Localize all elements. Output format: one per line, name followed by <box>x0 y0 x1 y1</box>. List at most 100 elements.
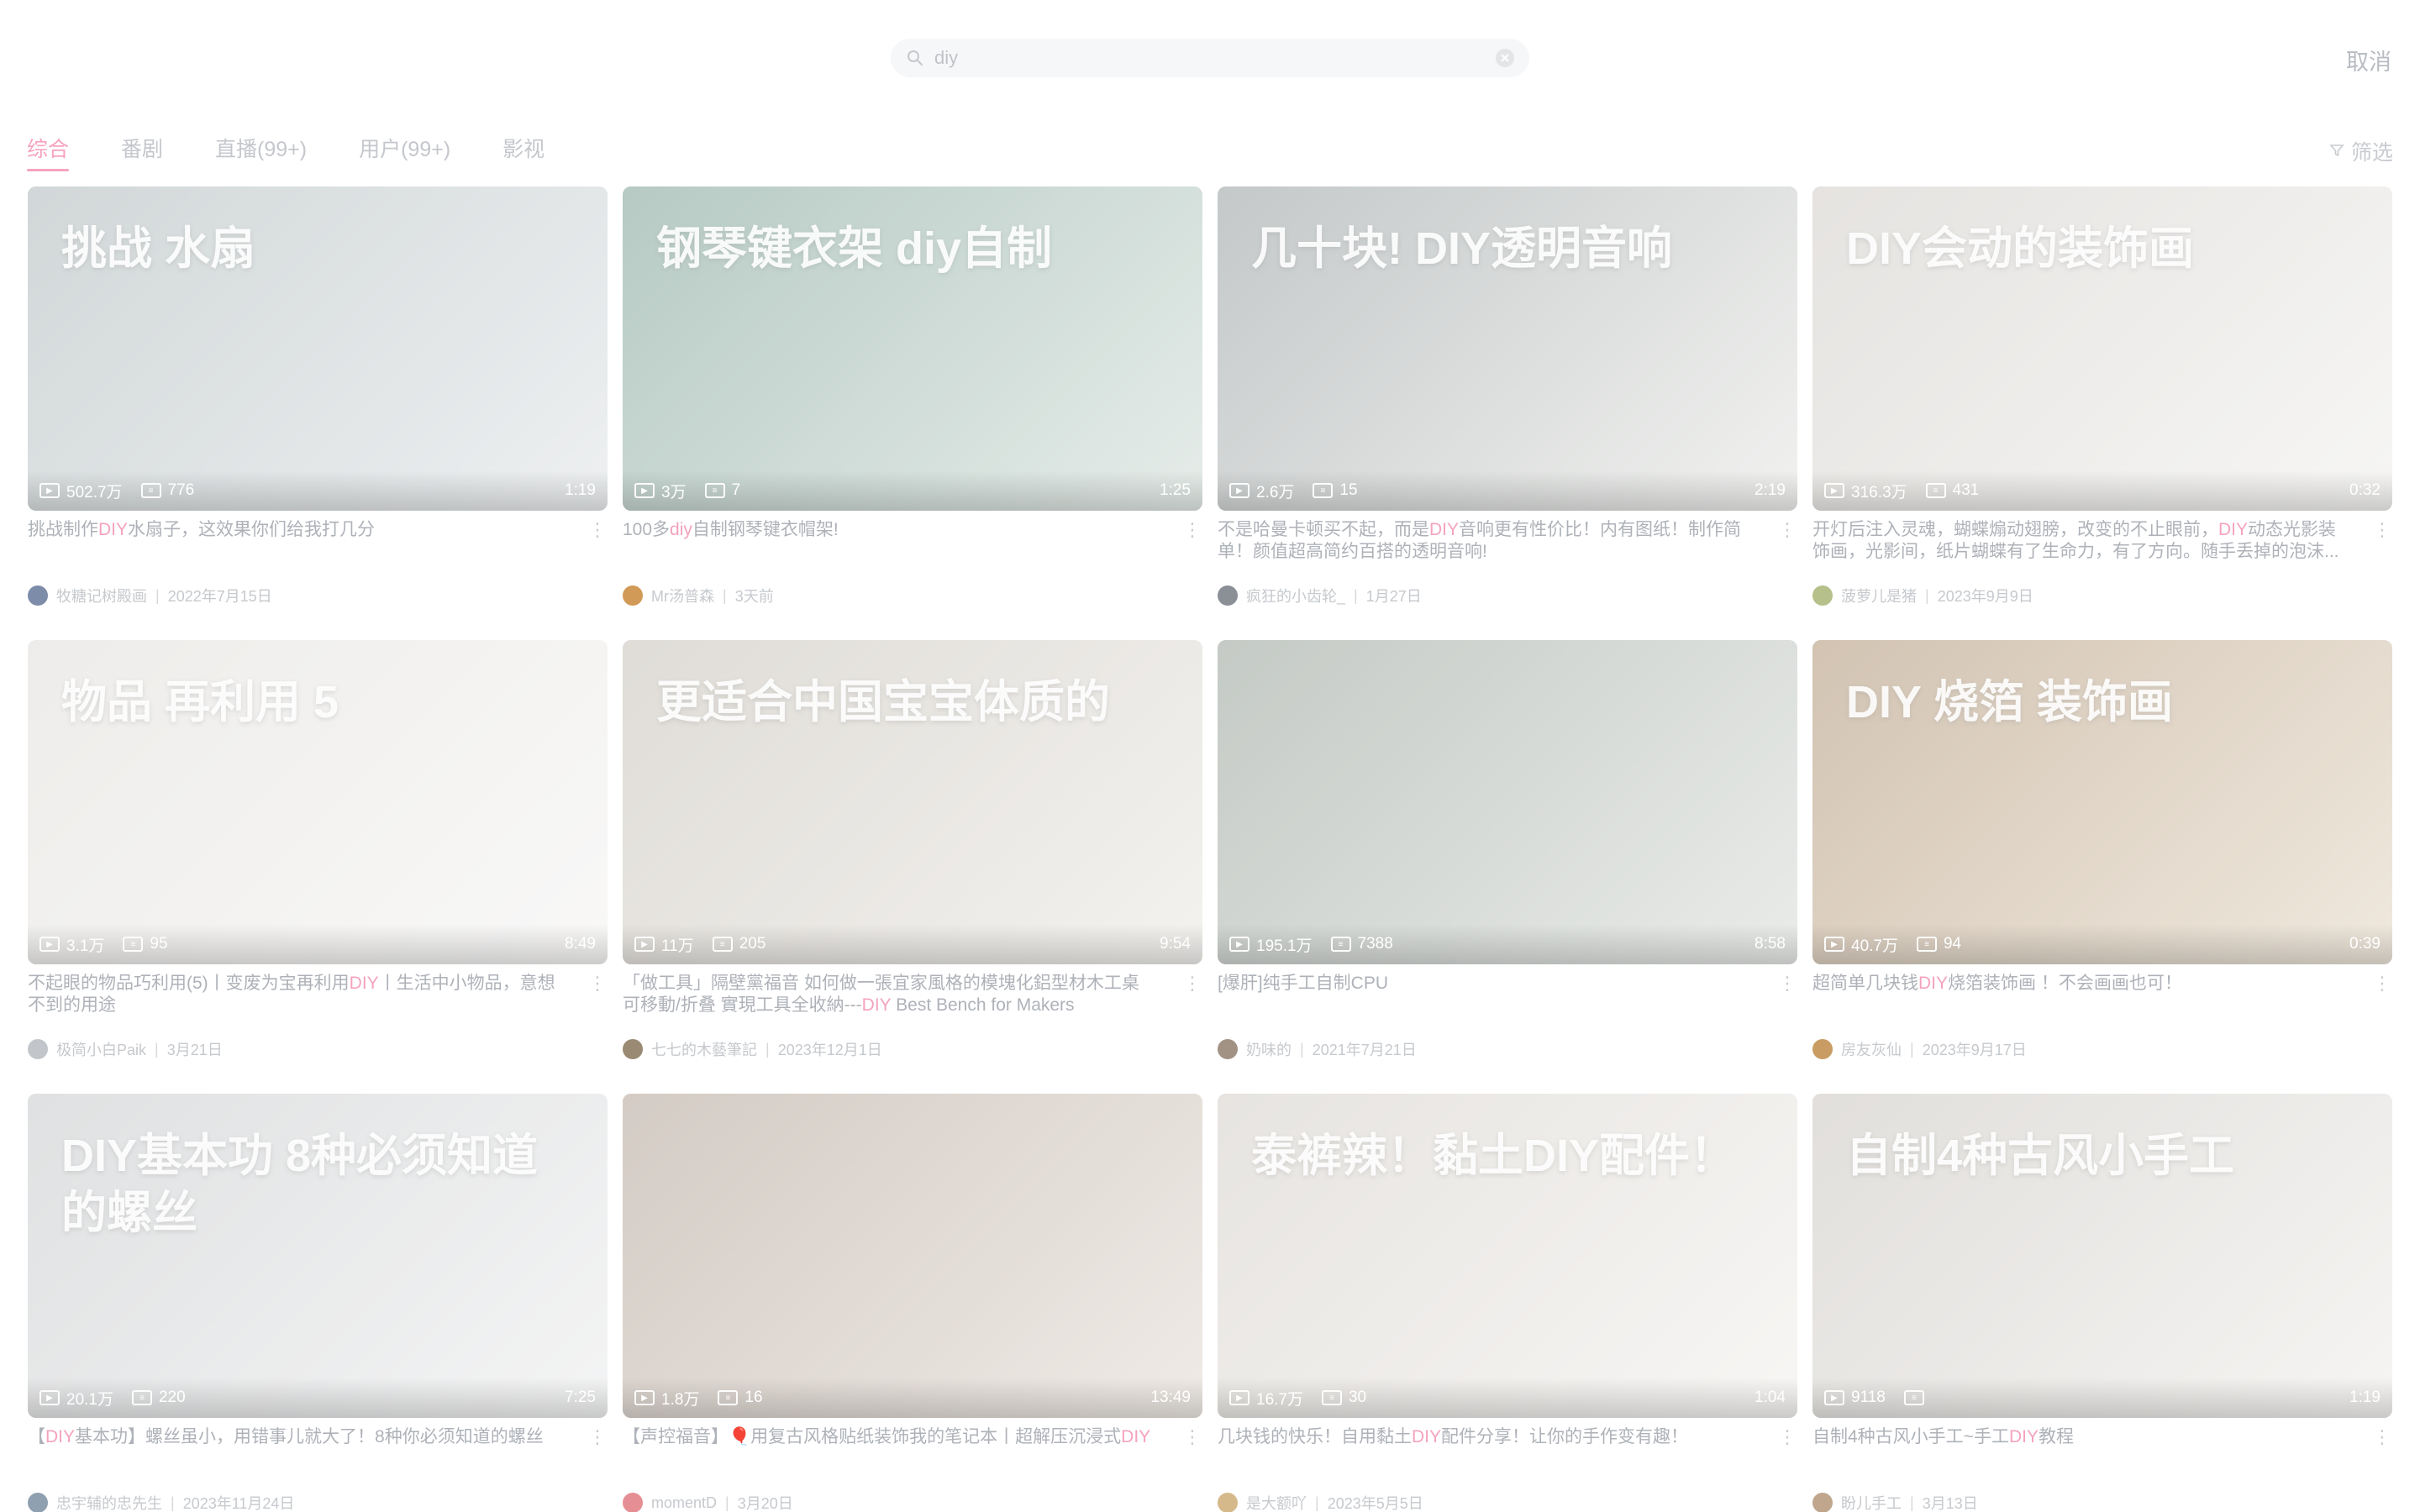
video-title[interactable]: 100多diy自制钢琴键衣帽架! <box>623 519 1160 563</box>
more-options-icon[interactable]: ⋮ <box>1182 973 1202 1016</box>
video-title[interactable]: 不是哈曼卡顿买不起，而是DIY音响更有性价比！内有图纸！制作简单！颜值超高简约百… <box>1218 519 1755 563</box>
video-thumbnail[interactable]: 挑战 水扇▶502.7万≡7761:19 <box>28 186 608 511</box>
danmaku-count: ≡ 220 <box>131 1389 186 1407</box>
author-name[interactable]: 盼儿手工 <box>1841 1492 1902 1512</box>
danmaku-count: ≡ 776 <box>140 481 195 500</box>
danmaku-icon: ≡ <box>712 937 733 952</box>
video-thumbnail[interactable]: ▶ 195.1万 ≡ 7388 8:58 <box>1218 640 1797 964</box>
video-card[interactable]: DIY 烧箔 装饰画▶40.7万≡940:39 超简单几块钱DIY烧箔装饰画 ！不… <box>1812 640 2392 1075</box>
video-title[interactable]: 【DIY基本功】螺丝虽小，用错事儿就大了！8种你必须知道的螺丝 <box>28 1426 566 1470</box>
video-card[interactable]: ▶ 195.1万 ≡ 7388 8:58 [爆肝]纯手工自制CPU ⋮ 奶味的 | 2021年7月… <box>1218 640 1797 1075</box>
author-name[interactable]: 七七的木藝筆記 <box>651 1038 757 1060</box>
video-title[interactable]: 【声控福音】🎈用复古风格贴纸装饰我的笔记本丨超解压沉浸式DIY <box>623 1426 1160 1470</box>
view-count: ▶ 11万 <box>634 933 694 956</box>
author-name[interactable]: Mr汤普森 <box>651 585 714 606</box>
video-title[interactable]: 挑战制作DIY水扇子，这效果你们给我打几分 <box>28 519 566 563</box>
video-card[interactable]: 几十块! DIY透明音响▶2.6万≡152:19 不是哈曼卡顿买不起，而是DIY音… <box>1218 186 1797 622</box>
video-card[interactable]: 钢琴键衣架 diy自制▶3万≡71:25 100多diy自制钢琴键衣帽架! ⋮ Mr汤… <box>623 186 1202 622</box>
video-card[interactable]: DIY会动的装饰画▶316.3万≡4310:32 开灯后注入灵魂，蝴蝶煽动翅膀，改… <box>1812 186 2392 622</box>
video-card[interactable]: 更适合中国宝宝体质的▶11万≡2059:54「做工具」隔壁黨福音 如何做一張宜家… <box>623 640 1202 1075</box>
avatar[interactable] <box>623 1039 643 1059</box>
video-thumbnail[interactable]: ▶ 1.8万 ≡ 16 13:49 <box>623 1094 1202 1418</box>
publish-date: 3月20日 <box>737 1495 793 1512</box>
video-card[interactable]: 物品 再利用 5▶3.1万≡958:49 不起眼的物品巧利用(5)丨变废为宝再利用… <box>28 640 608 1075</box>
author-name[interactable]: 牧糖记树殿画 <box>56 585 147 606</box>
meta-separator: | <box>765 1040 770 1058</box>
author-name[interactable]: 极简小白Paik <box>56 1038 146 1060</box>
tab-4[interactable]: 影视 <box>502 134 544 165</box>
video-title[interactable]: 开灯后注入灵魂，蝴蝶煽动翅膀，改变的不止眼前，DIY动态光影装饰画，光影间，纸片… <box>1812 519 2350 563</box>
more-options-icon[interactable]: ⋮ <box>587 1426 608 1470</box>
more-options-icon[interactable]: ⋮ <box>2372 973 2392 1016</box>
clear-search-icon[interactable] <box>1496 49 1514 67</box>
video-card[interactable]: DIY基本功 8种必须知道的螺丝▶20.1万≡2207:25【DIY基本功】螺丝… <box>28 1094 608 1512</box>
avatar[interactable] <box>28 585 48 606</box>
avatar[interactable] <box>1218 1493 1238 1512</box>
video-title[interactable]: 「做工具」隔壁黨福音 如何做一張宜家風格的模塊化鋁型材木工桌 可移動/折叠 實現… <box>623 973 1160 1016</box>
more-options-icon[interactable]: ⋮ <box>587 973 608 1016</box>
search-icon <box>906 49 924 67</box>
video-thumbnail[interactable]: 自制4种古风小手工▶9118≡1:19 <box>1812 1094 2392 1418</box>
danmaku-count-value: 95 <box>150 935 168 953</box>
video-thumbnail[interactable]: 几十块! DIY透明音响▶2.6万≡152:19 <box>1218 186 1797 511</box>
video-stats: ▶ 20.1万 ≡ 220 7:25 <box>28 1378 608 1418</box>
video-duration: 0:32 <box>2349 481 2381 499</box>
video-card[interactable]: 自制4种古风小手工▶9118≡1:19 自制4种古风小手工~手工DIY教程 ⋮ 盼儿手… <box>1812 1094 2392 1512</box>
video-card[interactable]: 泰裤辣！黏土DIY配件！▶16.7万≡301:04 几块钱的快乐！自用黏土DIY配… <box>1218 1094 1797 1512</box>
avatar[interactable] <box>28 1493 48 1512</box>
author-name[interactable]: 菠萝儿是猪 <box>1841 585 1917 606</box>
more-options-icon[interactable]: ⋮ <box>1777 973 1797 1016</box>
more-options-icon[interactable]: ⋮ <box>1182 519 1202 563</box>
video-thumbnail[interactable]: DIY 烧箔 装饰画▶40.7万≡940:39 <box>1812 640 2392 964</box>
video-duration: 1:25 <box>1160 481 1191 499</box>
tab-0[interactable]: 综合 <box>27 134 70 171</box>
cancel-button[interactable]: 取消 <box>2346 44 2391 76</box>
more-options-icon[interactable]: ⋮ <box>1182 1426 1202 1470</box>
tab-1[interactable]: 番剧 <box>121 134 163 165</box>
danmaku-count-value: 776 <box>167 481 195 499</box>
video-thumbnail[interactable]: 泰裤辣！黏土DIY配件！▶16.7万≡301:04 <box>1218 1094 1797 1418</box>
video-card[interactable]: ▶ 1.8万 ≡ 16 13:49 【声控福音】🎈用复古风格贴纸装饰我的笔记本丨超解压沉浸… <box>623 1094 1202 1512</box>
video-title[interactable]: 不起眼的物品巧利用(5)丨变废为宝再利用DIY丨生活中小物品，意想不到的用途 <box>28 973 566 1016</box>
more-options-icon[interactable]: ⋮ <box>2372 1426 2392 1470</box>
video-title[interactable]: 自制4种古风小手工~手工DIY教程 <box>1812 1426 2350 1470</box>
avatar[interactable] <box>28 1039 48 1059</box>
author-name[interactable]: 忠宇辅的忠先生 <box>56 1492 162 1512</box>
search-bar[interactable] <box>891 39 1529 77</box>
video-thumbnail[interactable]: 物品 再利用 5▶3.1万≡958:49 <box>28 640 608 964</box>
video-thumbnail[interactable]: 钢琴键衣架 diy自制▶3万≡71:25 <box>623 186 1202 511</box>
author-name[interactable]: 房友灰仙 <box>1841 1038 1902 1060</box>
video-thumbnail[interactable]: DIY基本功 8种必须知道的螺丝▶20.1万≡2207:25 <box>28 1094 608 1418</box>
view-count-value: 20.1万 <box>66 1390 113 1409</box>
author-name[interactable]: 奶味的 <box>1246 1038 1292 1060</box>
video-thumbnail[interactable]: DIY会动的装饰画▶316.3万≡4310:32 <box>1812 186 2392 511</box>
more-options-icon[interactable]: ⋮ <box>2372 519 2392 563</box>
video-card[interactable]: 挑战 水扇▶502.7万≡7761:19 挑战制作DIY水扇子，这效果你们给我打几… <box>28 186 608 622</box>
avatar[interactable] <box>1812 585 1833 606</box>
avatar[interactable] <box>1218 585 1238 606</box>
video-title[interactable]: [爆肝]纯手工自制CPU <box>1218 973 1755 1016</box>
filter-button[interactable]: 筛选 <box>2329 136 2393 166</box>
tab-3[interactable]: 用户(99+) <box>359 134 450 165</box>
more-options-icon[interactable]: ⋮ <box>1777 519 1797 563</box>
video-title[interactable]: 超简单几块钱DIY烧箔装饰画 ！不会画画也可！ <box>1812 973 2350 1016</box>
author-name[interactable]: 是大额吖 <box>1246 1492 1307 1512</box>
view-count-value: 3万 <box>661 483 687 501</box>
avatar[interactable] <box>1812 1039 1833 1059</box>
tab-2[interactable]: 直播(99+) <box>215 134 307 165</box>
video-thumbnail[interactable]: 更适合中国宝宝体质的▶11万≡2059:54 <box>623 640 1202 964</box>
author-name[interactable]: 疯狂的小齿轮_ <box>1246 585 1345 606</box>
search-input[interactable] <box>934 47 1496 69</box>
avatar[interactable] <box>1812 1493 1833 1512</box>
video-title[interactable]: 几块钱的快乐！自用黏土DIY配件分享！让你的手作变有趣！ <box>1218 1426 1755 1470</box>
more-options-icon[interactable]: ⋮ <box>587 519 608 563</box>
play-count-icon: ▶ <box>39 483 60 498</box>
author-name[interactable]: momentD <box>651 1494 717 1512</box>
avatar[interactable] <box>1218 1039 1238 1059</box>
video-duration: 13:49 <box>1150 1389 1191 1406</box>
avatar[interactable] <box>623 585 643 606</box>
avatar[interactable] <box>623 1493 643 1512</box>
danmaku-count: ≡ 30 <box>1321 1389 1366 1407</box>
more-options-icon[interactable]: ⋮ <box>1777 1426 1797 1470</box>
danmaku-icon: ≡ <box>718 1390 739 1405</box>
